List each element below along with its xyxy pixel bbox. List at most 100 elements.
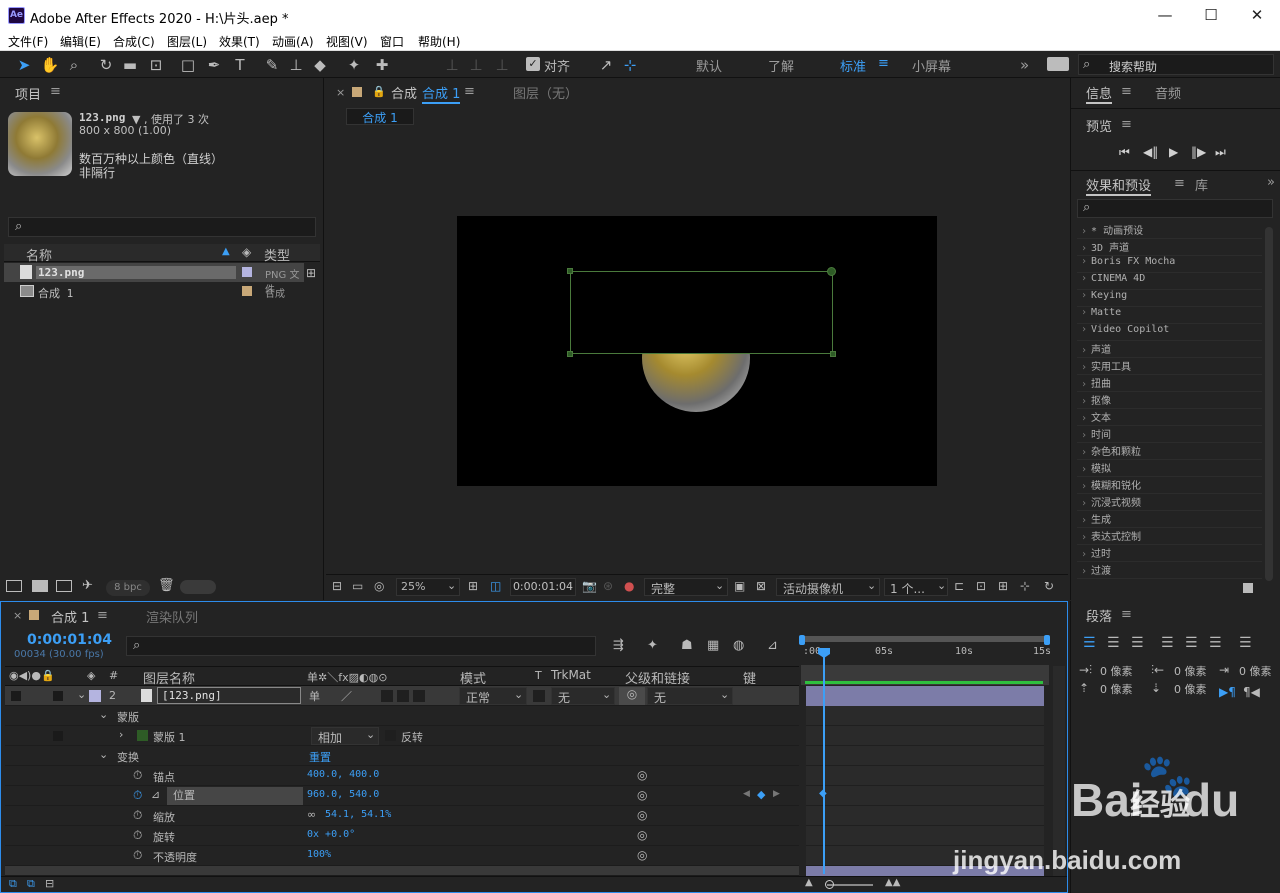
rotate-tool-icon[interactable]: ↻ — [96, 55, 116, 75]
project-settings-icon[interactable]: ✈ — [82, 578, 93, 593]
selection-tool-icon[interactable]: ➤ — [14, 55, 34, 75]
first-frame-icon[interactable]: ⏮ — [1119, 145, 1130, 160]
layer-switches-icon[interactable]: ⧉ — [9, 877, 17, 891]
axis-world-icon[interactable]: ⊥ — [466, 55, 486, 75]
zoom-tool-icon[interactable]: ⌕ — [64, 55, 84, 75]
label-swatch[interactable] — [242, 267, 252, 277]
stopwatch-icon[interactable]: ⏱ — [133, 768, 142, 783]
effect-category-item[interactable]: › 杂色和颗粒 — [1077, 443, 1262, 460]
zoom-in-icon[interactable]: ▲▲ — [885, 877, 900, 888]
zoom-slider-handle[interactable] — [825, 880, 834, 889]
reset-exposure-icon[interactable]: ↻ — [1044, 579, 1054, 593]
justify-left-icon[interactable]: ☰ — [1161, 635, 1174, 651]
effect-category-item[interactable]: › 模拟 — [1077, 460, 1262, 477]
view-layout-dropdown[interactable]: 1 个... ⌄ — [884, 578, 948, 596]
indent-right-icon[interactable]: ⫶← — [1151, 663, 1164, 678]
layer-viewer-tab[interactable]: 图层（无） — [513, 83, 578, 102]
always-preview-icon[interactable]: ⊟ — [332, 579, 342, 593]
invert-checkbox[interactable] — [385, 730, 396, 741]
frame-blend-switch[interactable] — [397, 690, 409, 702]
rectangle-tool-icon[interactable]: □ — [178, 55, 198, 75]
blend-mode-dropdown[interactable]: 正常 ⌄ — [459, 687, 527, 705]
mask-vertex-handle[interactable] — [567, 268, 573, 274]
align-center-icon[interactable]: ☰ — [1107, 635, 1120, 651]
previous-frame-icon[interactable]: ◀‖ — [1143, 145, 1158, 159]
menu-composition[interactable]: 合成(C) — [113, 33, 155, 50]
workspace-learn[interactable]: 了解 — [768, 56, 794, 75]
effects-tab[interactable]: 效果和预设 — [1086, 175, 1152, 196]
layer-duration-bar[interactable] — [806, 686, 1044, 706]
shy-switch-icon[interactable]: 单 — [309, 688, 320, 704]
pan-behind-tool-icon[interactable]: ⊡ — [146, 55, 166, 75]
layer-name-field[interactable]: [123.png] — [157, 687, 301, 704]
indent-left-value[interactable]: 0 像素 — [1100, 663, 1133, 679]
timeline-menu-icon[interactable]: ≡ — [97, 608, 108, 623]
eraser-tool-icon[interactable]: ◆ — [310, 55, 330, 75]
effect-category-item[interactable]: › 扭曲 — [1077, 375, 1262, 392]
menu-window[interactable]: 窗口 — [380, 33, 404, 50]
effect-category-item[interactable]: › 表达式控制 — [1077, 528, 1262, 545]
comp-tab-prefix[interactable]: 合成 — [391, 83, 417, 102]
axis-local-icon[interactable]: ⊥ — [442, 55, 462, 75]
mask-mode-dropdown[interactable]: 相加 ⌄ — [311, 727, 379, 745]
effect-category-item[interactable]: › * 动画预设 — [1077, 222, 1262, 239]
timeline-timecode[interactable]: 0:00:01:04 — [27, 632, 112, 648]
interpret-footage-icon[interactable] — [6, 580, 22, 592]
render-queue-tab[interactable]: 渲染队列 — [146, 607, 198, 626]
project-item-row[interactable]: 合成 1 合成 — [4, 282, 304, 301]
more-tabs-icon[interactable]: » — [1267, 175, 1275, 190]
indent-left-icon[interactable]: →⫶ — [1079, 663, 1092, 678]
property-value[interactable]: 0x +0.0° — [307, 829, 355, 840]
menu-layer[interactable]: 图层(L) — [167, 33, 207, 50]
type-column-header[interactable]: 类型 — [264, 245, 290, 264]
snapshot-icon[interactable]: 📷 — [582, 579, 597, 593]
space-before-icon[interactable]: ⇡ — [1079, 681, 1089, 695]
timeline-scrollbar[interactable] — [1053, 666, 1065, 876]
menu-animation[interactable]: 动画(A) — [272, 33, 314, 50]
effect-category-item[interactable]: › Keying — [1077, 290, 1262, 307]
prev-keyframe-icon[interactable]: ◀ — [743, 789, 750, 799]
effect-switch[interactable] — [381, 690, 393, 702]
quality-switch-icon[interactable]: ／ — [341, 688, 352, 704]
effect-category-item[interactable]: › Matte — [1077, 307, 1262, 324]
new-preset-icon[interactable] — [1243, 583, 1253, 593]
workspace-menu-icon[interactable]: ≡ — [878, 56, 889, 71]
effect-category-item[interactable]: › 声道 — [1077, 341, 1262, 358]
pick-whip-icon[interactable]: ◎ — [637, 848, 647, 862]
project-menu-icon[interactable]: ≡ — [50, 84, 61, 99]
more-workspaces-icon[interactable]: » — [1020, 56, 1029, 74]
graph-icon[interactable]: ⊿ — [151, 788, 160, 801]
effect-category-item[interactable]: › Boris FX Mocha — [1077, 256, 1262, 273]
time-ruler[interactable]: :00 05s 10s 15s — [801, 644, 1051, 666]
brush-tool-icon[interactable]: ✎ — [262, 55, 282, 75]
transform-group-row[interactable]: ⌄ 变换 重置 — [5, 746, 799, 766]
color-channels-icon[interactable]: ● — [624, 579, 634, 593]
layer-label-swatch[interactable] — [89, 690, 101, 702]
property-row-opacity[interactable]: ⏱ 不透明度 100% ◎ — [5, 846, 799, 866]
comp-mini-flowchart-icon[interactable]: ⇶ — [613, 638, 624, 653]
new-folder-icon[interactable] — [32, 580, 48, 592]
align-left-icon[interactable]: ☰ — [1083, 635, 1096, 651]
stopwatch-icon[interactable]: ⏱ — [133, 808, 142, 823]
workspace-small-screen[interactable]: 小屏幕 — [912, 56, 951, 75]
trash-icon[interactable]: 🗑 — [158, 578, 175, 593]
bit-depth-button[interactable]: 8 bpc — [106, 580, 150, 596]
zoom-dropdown[interactable]: 25% ⌄ — [396, 578, 460, 596]
transfer-controls-icon[interactable]: ⧉ — [27, 877, 35, 891]
space-after-value[interactable]: 0 像素 — [1174, 681, 1207, 697]
type-tool-icon[interactable]: T — [230, 55, 250, 75]
next-frame-icon[interactable]: ‖▶ — [1191, 145, 1206, 159]
new-composition-icon[interactable] — [56, 580, 72, 592]
layer-row-partial[interactable] — [5, 866, 799, 876]
comp-panel-menu-icon[interactable]: ≡ — [464, 84, 475, 99]
current-time-indicator[interactable] — [823, 648, 825, 874]
pen-tool-icon[interactable]: ✒ — [204, 55, 224, 75]
trkmat-column-header[interactable]: TrkMat — [551, 668, 591, 682]
frame-blending-icon[interactable]: ▦ — [707, 638, 719, 653]
graph-editor-icon[interactable]: ⊿ — [767, 638, 778, 653]
mask-vertex-handle[interactable] — [830, 351, 836, 357]
keyframe-icon[interactable]: ◆ — [819, 788, 827, 799]
mode-column-header[interactable]: 模式 — [460, 668, 486, 687]
effect-category-item[interactable]: › 文本 — [1077, 409, 1262, 426]
effect-category-item[interactable]: › Video Copilot — [1077, 324, 1262, 341]
